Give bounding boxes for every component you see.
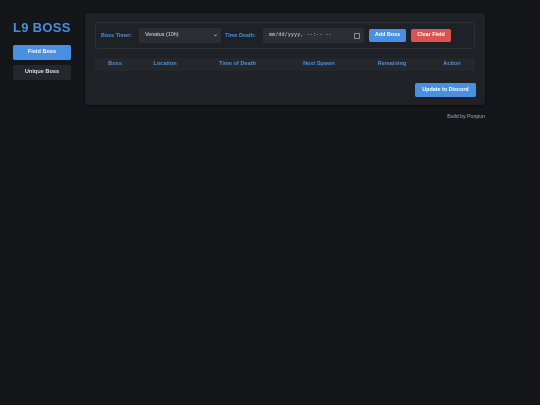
column-header-next-spawn: Next Spawn <box>303 61 335 67</box>
time-death-label: Time Death: <box>225 33 256 39</box>
chevron-down-icon: ⌄ <box>212 32 218 38</box>
boss-select[interactable]: Venatus (10h) ⌄ <box>139 28 221 43</box>
time-death-input[interactable]: mm/dd/yyyy, --:-- -- <box>263 28 364 43</box>
column-header-remaining: Remaining <box>377 61 407 67</box>
boss-timer-card: Boss Timer: Venatus (10h) ⌄ Time Death: … <box>85 13 485 105</box>
add-boss-button[interactable]: Add Boss <box>369 29 406 42</box>
sidebar: L9 BOSS Field Boss Unique Boss <box>13 20 71 85</box>
time-death-placeholder: mm/dd/yyyy, --:-- -- <box>269 32 332 38</box>
clear-field-button[interactable]: Clear Field <box>411 29 451 42</box>
column-header-time-of-death: Time of Death <box>219 61 256 67</box>
column-header-action: Action <box>443 61 461 67</box>
add-boss-form: Boss Timer: Venatus (10h) ⌄ Time Death: … <box>95 22 475 49</box>
sidebar-item-field-boss[interactable]: Field Boss <box>13 45 71 60</box>
boss-select-value: Venatus (10h) <box>145 32 179 38</box>
boss-table-header: Boss Location Time of Death Next Spawn R… <box>95 58 475 71</box>
app-root: L9 BOSS Field Boss Unique Boss Boss Time… <box>0 0 540 405</box>
app-logo: L9 BOSS <box>13 20 71 35</box>
column-header-location: Location <box>153 61 177 67</box>
boss-timer-label: Boss Timer: <box>101 33 133 39</box>
sidebar-item-unique-boss[interactable]: Unique Boss <box>13 65 71 80</box>
calendar-icon[interactable] <box>354 33 360 39</box>
update-to-discord-button[interactable]: Update to Discord <box>415 83 476 97</box>
column-header-boss: Boss <box>108 61 122 67</box>
footer-credit: Build by Punpun <box>447 114 485 120</box>
